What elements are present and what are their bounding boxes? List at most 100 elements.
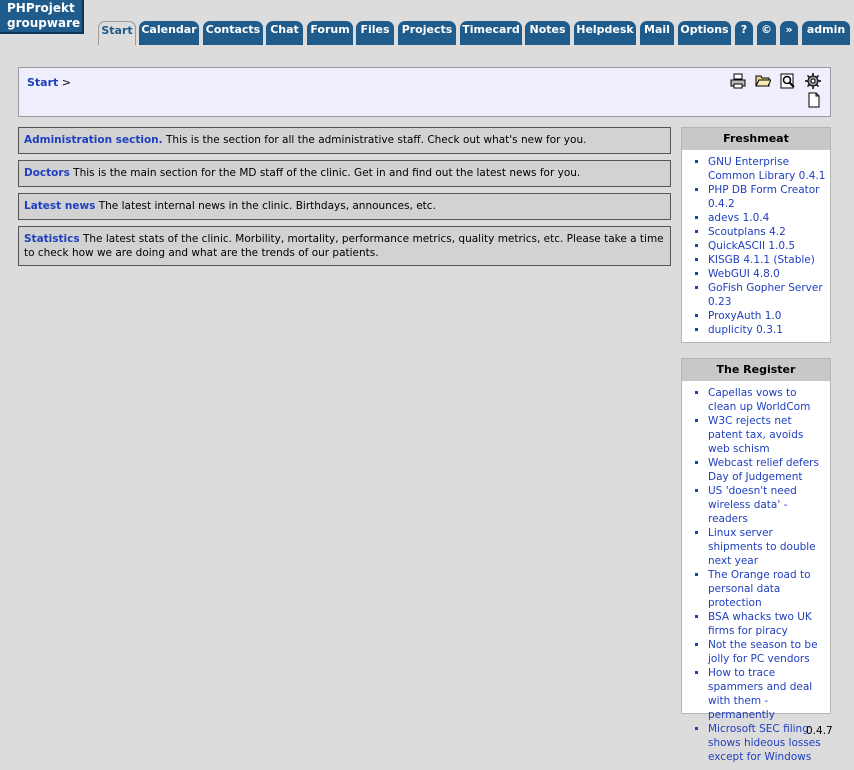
app-logo[interactable]: PHProjekt groupware <box>0 0 84 34</box>
freshmeat-link[interactable]: ProxyAuth 1.0 <box>708 310 781 322</box>
tab-timecard[interactable]: Timecard <box>460 21 522 45</box>
tab-help[interactable]: ? <box>735 21 753 45</box>
tab-admin[interactable]: admin <box>802 21 850 45</box>
tab-options[interactable]: Options <box>678 21 731 45</box>
section-title-link[interactable]: Statistics <box>24 233 80 245</box>
tab-label: Notes <box>529 23 566 36</box>
tab-label: Contacts <box>205 23 261 36</box>
register-link[interactable]: US 'doesn't need wireless data' - reader… <box>708 485 797 525</box>
section-description: The latest stats of the clinic. Morbilit… <box>24 233 664 259</box>
tab-mail[interactable]: Mail <box>640 21 674 45</box>
freshmeat-link[interactable]: QuickASCII 1.0.5 <box>708 240 795 252</box>
tab-files[interactable]: Files <box>356 21 394 45</box>
folder-open-icon[interactable] <box>755 73 771 89</box>
list-item: Capellas vows to clean up WorldCom <box>708 386 826 414</box>
register-link[interactable]: Microsoft SEC filing shows hideous losse… <box>708 723 821 763</box>
tab-projects[interactable]: Projects <box>398 21 456 45</box>
list-item: WebGUI 4.8.0 <box>708 267 826 281</box>
logo-line-1: PHProjekt <box>7 1 75 15</box>
list-item: W3C rejects net patent tax, avoids web s… <box>708 414 826 456</box>
register-link[interactable]: BSA whacks two UK firms for piracy <box>708 611 812 637</box>
tab-label: © <box>761 23 772 36</box>
freshmeat-link[interactable]: PHP DB Form Creator 0.4.2 <box>708 184 819 210</box>
tab-label: ? <box>740 23 748 36</box>
tab-label: Start <box>101 24 133 37</box>
tab-label: Files <box>360 23 390 36</box>
section-title-link[interactable]: Administration section. <box>24 134 163 146</box>
freshmeat-link[interactable]: GoFish Gopher Server 0.23 <box>708 282 823 308</box>
list-item: GNU Enterprise Common Library 0.4.1 <box>708 155 826 183</box>
section-description: The latest internal news in the clinic. … <box>98 200 436 212</box>
tab-start[interactable]: Start <box>98 21 136 45</box>
list-item: Webcast relief defers Day of Judgement <box>708 456 826 484</box>
freshmeat-link[interactable]: adevs 1.0.4 <box>708 212 769 224</box>
register-link[interactable]: Not the season to be jolly for PC vendor… <box>708 639 818 665</box>
print-icon[interactable] <box>730 73 746 89</box>
register-link[interactable]: Webcast relief defers Day of Judgement <box>708 457 819 483</box>
list-item: The Orange road to personal data protect… <box>708 568 826 610</box>
freshmeat-title: Freshmeat <box>682 128 830 150</box>
section-statistics: Statistics The latest stats of the clini… <box>18 226 671 266</box>
tab-label: Helpdesk <box>576 23 634 36</box>
tab-forum[interactable]: Forum <box>307 21 353 45</box>
tab-label: Mail <box>644 23 670 36</box>
freshmeat-box: Freshmeat GNU Enterprise Common Library … <box>681 127 831 343</box>
tab-copyright[interactable]: © <box>757 21 776 45</box>
section-description: This is the main section for the MD staf… <box>73 167 581 179</box>
tab-label: Options <box>680 23 729 36</box>
freshmeat-link[interactable]: Scoutplans 4.2 <box>708 226 786 238</box>
tab-label: » <box>785 23 793 36</box>
register-list: Capellas vows to clean up WorldCom W3C r… <box>682 381 830 770</box>
freshmeat-link[interactable]: duplicity 0.3.1 <box>708 324 783 336</box>
tab-label: Projects <box>401 23 453 36</box>
tab-more[interactable]: » <box>780 21 798 45</box>
breadcrumb: Start > <box>27 76 71 89</box>
register-title: The Register <box>682 359 830 381</box>
list-item: Not the season to be jolly for PC vendor… <box>708 638 826 666</box>
list-item: Scoutplans 4.2 <box>708 225 826 239</box>
section-title-link[interactable]: Doctors <box>24 167 70 179</box>
tab-chat[interactable]: Chat <box>266 21 303 45</box>
section-description: This is the section for all the administ… <box>166 134 587 146</box>
register-link[interactable]: W3C rejects net patent tax, avoids web s… <box>708 415 803 455</box>
tab-contacts[interactable]: Contacts <box>203 21 263 45</box>
list-item: How to trace spammers and deal with them… <box>708 666 826 722</box>
logo-line-2: groupware <box>7 16 81 30</box>
register-link[interactable]: Capellas vows to clean up WorldCom <box>708 387 810 413</box>
freshmeat-link[interactable]: KISGB 4.1.1 (Stable) <box>708 254 815 266</box>
register-link[interactable]: How to trace spammers and deal with them… <box>708 667 812 721</box>
list-item: KISGB 4.1.1 (Stable) <box>708 253 826 267</box>
breadcrumb-bar: Start > <box>18 67 831 117</box>
tab-notes[interactable]: Notes <box>525 21 570 45</box>
settings-icon[interactable] <box>805 73 821 89</box>
tab-helpdesk[interactable]: Helpdesk <box>574 21 636 45</box>
list-item: US 'doesn't need wireless data' - reader… <box>708 484 826 526</box>
freshmeat-link[interactable]: GNU Enterprise Common Library 0.4.1 <box>708 156 825 182</box>
list-item: adevs 1.0.4 <box>708 211 826 225</box>
breadcrumb-link-start[interactable]: Start <box>27 76 58 89</box>
list-item: ProxyAuth 1.0 <box>708 309 826 323</box>
version-label: 0.4.7 <box>806 725 833 737</box>
register-link[interactable]: Linux server shipments to double next ye… <box>708 527 816 567</box>
tab-label: Forum <box>310 23 350 36</box>
new-document-icon[interactable] <box>806 92 822 108</box>
register-link[interactable]: The Orange road to personal data protect… <box>708 569 811 609</box>
list-item: duplicity 0.3.1 <box>708 323 826 337</box>
section-doctors: Doctors This is the main section for the… <box>18 160 671 187</box>
tab-label: Chat <box>270 23 299 36</box>
tab-label: admin <box>806 23 846 36</box>
search-icon[interactable] <box>780 73 796 89</box>
register-box: The Register Capellas vows to clean up W… <box>681 358 831 763</box>
tab-label: Timecard <box>462 23 520 36</box>
section-title-link[interactable]: Latest news <box>24 200 95 212</box>
tab-label: Calendar <box>141 23 197 36</box>
section-latest-news: Latest news The latest internal news in … <box>18 193 671 220</box>
breadcrumb-separator: > <box>61 76 72 89</box>
list-item: BSA whacks two UK firms for piracy <box>708 610 826 638</box>
tab-calendar[interactable]: Calendar <box>139 21 199 45</box>
list-item: PHP DB Form Creator 0.4.2 <box>708 183 826 211</box>
section-administration: Administration section. This is the sect… <box>18 127 671 154</box>
list-item: QuickASCII 1.0.5 <box>708 239 826 253</box>
freshmeat-link[interactable]: WebGUI 4.8.0 <box>708 268 780 280</box>
list-item: Linux server shipments to double next ye… <box>708 526 826 568</box>
